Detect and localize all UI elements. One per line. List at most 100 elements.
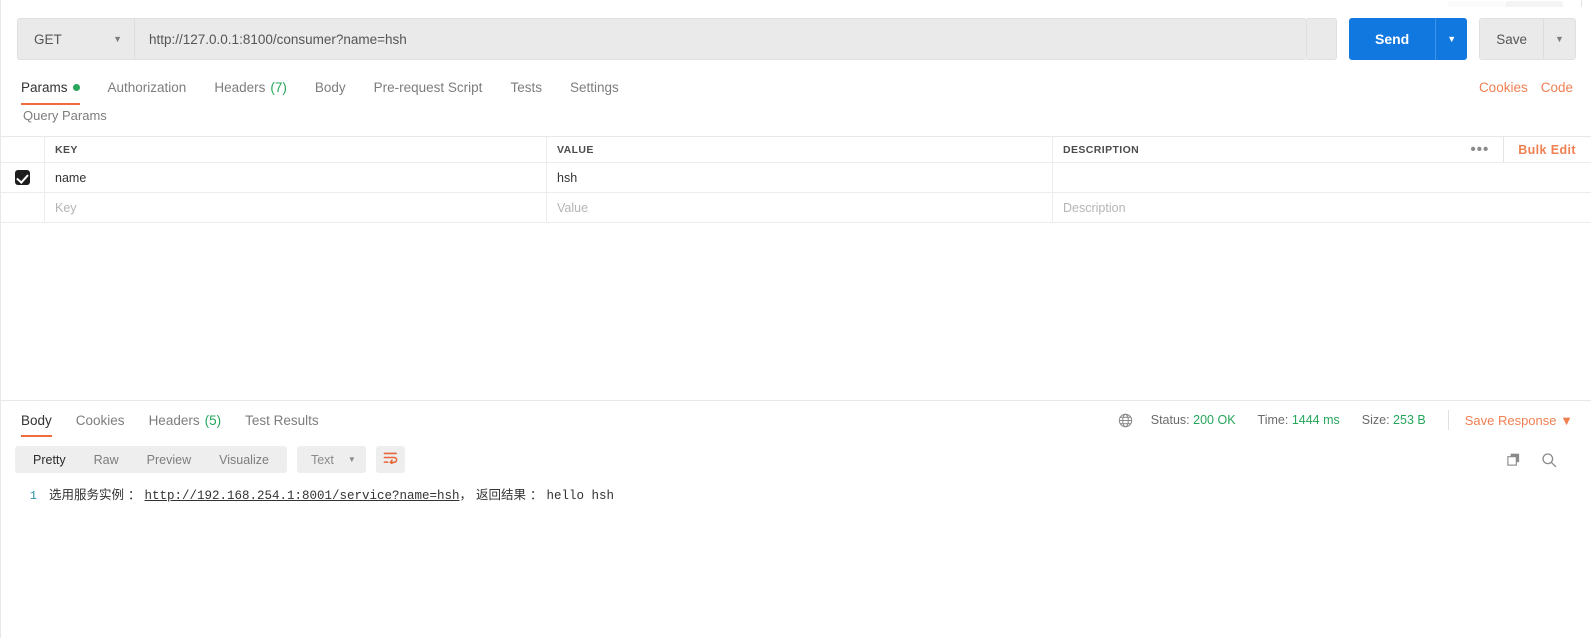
http-method-select[interactable]: GET ▼ (17, 18, 134, 60)
tab-settings-label: Settings (569, 79, 619, 95)
send-button[interactable]: Send (1348, 18, 1436, 60)
response-tab-headers[interactable]: Headers (5) (137, 406, 234, 434)
bulk-edit-link[interactable]: Bulk Edit (1504, 143, 1591, 157)
request-url-input[interactable]: http://127.0.0.1:8100/consumer?name=hsh (134, 18, 1307, 60)
new-row-value-placeholder: Value (557, 200, 589, 215)
save-button[interactable]: Save (1480, 19, 1543, 59)
new-row-value-input[interactable]: Value (547, 193, 1053, 222)
row-key-value: name (55, 170, 87, 185)
code-link[interactable]: Code (1541, 80, 1573, 95)
send-button-group: Send ▼ (1348, 18, 1468, 60)
status-bar-divider (1447, 410, 1449, 430)
line-number: 1 (29, 489, 37, 503)
request-tab-bar-actions: Cookies Code (1479, 72, 1573, 102)
tab-body[interactable]: Body (301, 72, 360, 102)
table-row: name hsh (1, 163, 1591, 193)
tab-pre-request-script[interactable]: Pre-request Script (360, 72, 497, 102)
view-mode-raw[interactable]: Raw (80, 446, 133, 473)
row-value-value: hsh (557, 170, 578, 185)
response-active-tab-underline (21, 435, 52, 437)
response-body-line: 1 选用服务实例 ： http://192.168.254.1:8001/ser… (1, 484, 1591, 503)
cookies-link[interactable]: Cookies (1479, 80, 1528, 95)
header-cell-key: KEY (45, 137, 547, 162)
response-tab-body-label: Body (21, 412, 52, 428)
new-row-key-placeholder: Key (55, 200, 77, 215)
response-tab-headers-label: Headers (148, 412, 200, 428)
active-tab-underline (21, 103, 80, 105)
row-key-input[interactable]: name (45, 163, 547, 192)
tab-params[interactable]: Params (17, 72, 94, 105)
chevron-down-icon: ▼ (113, 34, 122, 44)
row-enabled-checkbox-cell (1, 163, 45, 192)
word-wrap-icon (383, 451, 398, 469)
new-row-description-placeholder: Description (1063, 200, 1126, 215)
response-text-prefix: 选用服务实例 ： (49, 487, 145, 502)
response-tab-body[interactable]: Body (9, 406, 64, 437)
table-header-tools: ••• Bulk Edit (1456, 137, 1591, 162)
top-chip-right (1505, 1, 1563, 7)
query-params-section-label: Query Params (23, 108, 107, 123)
save-options-chevron-icon[interactable]: ▼ (1543, 19, 1575, 59)
search-icon[interactable] (1541, 452, 1557, 468)
response-format-select[interactable]: Text ▼ (296, 446, 366, 473)
header-cell-checkbox (1, 137, 45, 162)
row-enabled-checkbox[interactable] (15, 170, 30, 185)
query-params-table: KEY VALUE DESCRIPTION ••• Bulk Edit name… (1, 136, 1591, 223)
tab-headers-label: Headers (214, 79, 266, 95)
response-status-bar: Status: 200 OK Time: 1444 ms Size: 253 B… (1118, 406, 1573, 434)
response-tab-test-results[interactable]: Test Results (233, 406, 331, 434)
response-tab-headers-count: (5) (204, 412, 222, 428)
new-row-checkbox-cell (1, 193, 45, 222)
tab-settings[interactable]: Settings (556, 72, 633, 102)
top-strip-divider (1581, 0, 1582, 7)
header-cell-description-label: DESCRIPTION (1063, 143, 1140, 156)
save-button-group: Save ▼ (1479, 18, 1576, 60)
response-body-link[interactable]: http://192.168.254.1:8001/service?name=h… (144, 489, 459, 503)
response-text-result: hello hsh (546, 489, 614, 503)
response-tab-test-results-label: Test Results (245, 412, 319, 428)
row-value-input[interactable]: hsh (547, 163, 1053, 192)
response-time-label: Time: (1257, 413, 1289, 427)
view-mode-pretty[interactable]: Pretty (19, 446, 80, 473)
response-size-value: 253 B (1393, 413, 1426, 427)
tab-headers-count: (7) (270, 79, 287, 95)
tab-authorization[interactable]: Authorization (94, 72, 201, 102)
status-code-value: 200 OK (1193, 413, 1236, 427)
view-mode-preview[interactable]: Preview (133, 446, 205, 473)
tab-pre-request-script-label: Pre-request Script (373, 79, 483, 95)
top-chip-left (1448, 1, 1504, 7)
send-options-chevron-icon[interactable]: ▼ (1435, 18, 1468, 60)
response-tab-bar: Body Cookies Headers (5) Test Results (9, 406, 331, 437)
window-top-strip (1440, 0, 1591, 7)
copy-icon[interactable] (1506, 452, 1521, 467)
save-response-button[interactable]: Save Response ▼ (1465, 413, 1573, 428)
save-response-label: Save Response (1464, 412, 1557, 428)
save-response-chevron-icon: ▼ (1560, 412, 1573, 428)
header-cell-value: VALUE (547, 137, 1053, 162)
response-size-stat: Size: 253 B (1362, 413, 1426, 427)
more-options-icon[interactable]: ••• (1456, 142, 1503, 157)
tab-tests[interactable]: Tests (496, 72, 556, 102)
response-body-actions (1506, 446, 1557, 473)
response-tab-cookies-label: Cookies (75, 412, 125, 428)
response-format-value: Text (310, 452, 334, 467)
row-description-input[interactable] (1053, 163, 1591, 192)
response-body-viewer[interactable]: 1 选用服务实例 ： http://192.168.254.1:8001/ser… (1, 478, 1591, 638)
response-size-label: Size: (1361, 413, 1390, 427)
response-tab-cookies[interactable]: Cookies (64, 406, 137, 434)
status-code-label: Status: (1150, 413, 1190, 427)
response-view-mode-group: Pretty Raw Preview Visualize (15, 446, 287, 473)
table-header-row: KEY VALUE DESCRIPTION ••• Bulk Edit (1, 137, 1591, 163)
new-row-key-input[interactable]: Key (45, 193, 547, 222)
tab-headers[interactable]: Headers (7) (200, 72, 301, 102)
response-section-divider (1, 400, 1591, 401)
new-row-description-input[interactable]: Description (1053, 193, 1591, 222)
tab-tests-label: Tests (510, 79, 542, 95)
response-time-stat: Time: 1444 ms (1258, 413, 1340, 427)
response-body-text: 选用服务实例 ： http://192.168.254.1:8001/servi… (49, 484, 614, 503)
view-mode-visualize[interactable]: Visualize (205, 446, 283, 473)
tab-params-label: Params (21, 79, 68, 95)
url-bar-end-box (1306, 18, 1337, 60)
word-wrap-toggle[interactable] (375, 446, 405, 473)
header-cell-description: DESCRIPTION ••• Bulk Edit (1053, 137, 1591, 162)
